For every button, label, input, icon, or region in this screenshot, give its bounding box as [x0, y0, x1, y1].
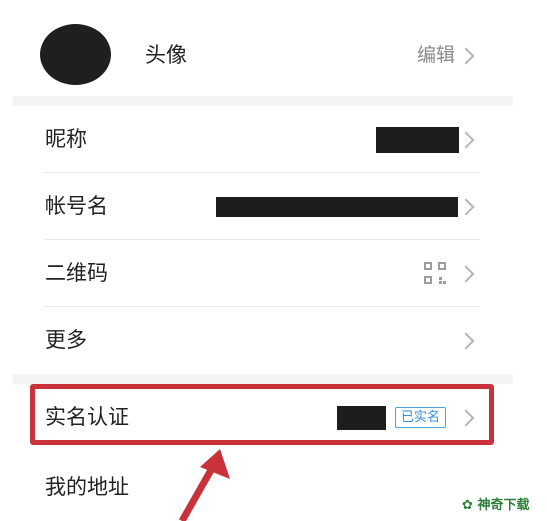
my-address-label: 我的地址: [45, 475, 129, 499]
section-gap: [13, 96, 513, 106]
qr-code-row[interactable]: 二维码: [0, 240, 547, 306]
chevron-right-icon: [457, 332, 475, 350]
annotation-highlight-box: [30, 384, 494, 445]
nickname-value-redacted: [376, 127, 459, 153]
annotation-arrow: [178, 449, 230, 521]
chevron-right-icon: [457, 131, 475, 149]
nickname-label: 昵称: [45, 127, 87, 151]
more-row[interactable]: 更多: [0, 307, 547, 373]
chevron-right-icon: [457, 265, 475, 283]
avatar[interactable]: [40, 24, 111, 85]
avatar-label: 头像: [145, 43, 187, 67]
more-label: 更多: [45, 328, 87, 352]
account-name-label: 帐号名: [45, 194, 108, 218]
watermark-logo: ✿ 神奇下载: [462, 494, 529, 513]
nickname-row[interactable]: 昵称: [0, 106, 547, 172]
account-name-value-redacted: [216, 197, 458, 217]
qr-code-label: 二维码: [45, 261, 108, 285]
watermark-text: 神奇下载: [477, 498, 530, 513]
section-gap: [13, 374, 513, 384]
chevron-right-icon: [457, 198, 475, 216]
qr-code-icon: [424, 262, 446, 284]
account-name-row[interactable]: 帐号名: [0, 173, 547, 239]
chevron-right-icon: [457, 47, 475, 65]
watermark-icon: ✿: [462, 498, 473, 513]
edit-link[interactable]: 编辑: [417, 46, 455, 65]
